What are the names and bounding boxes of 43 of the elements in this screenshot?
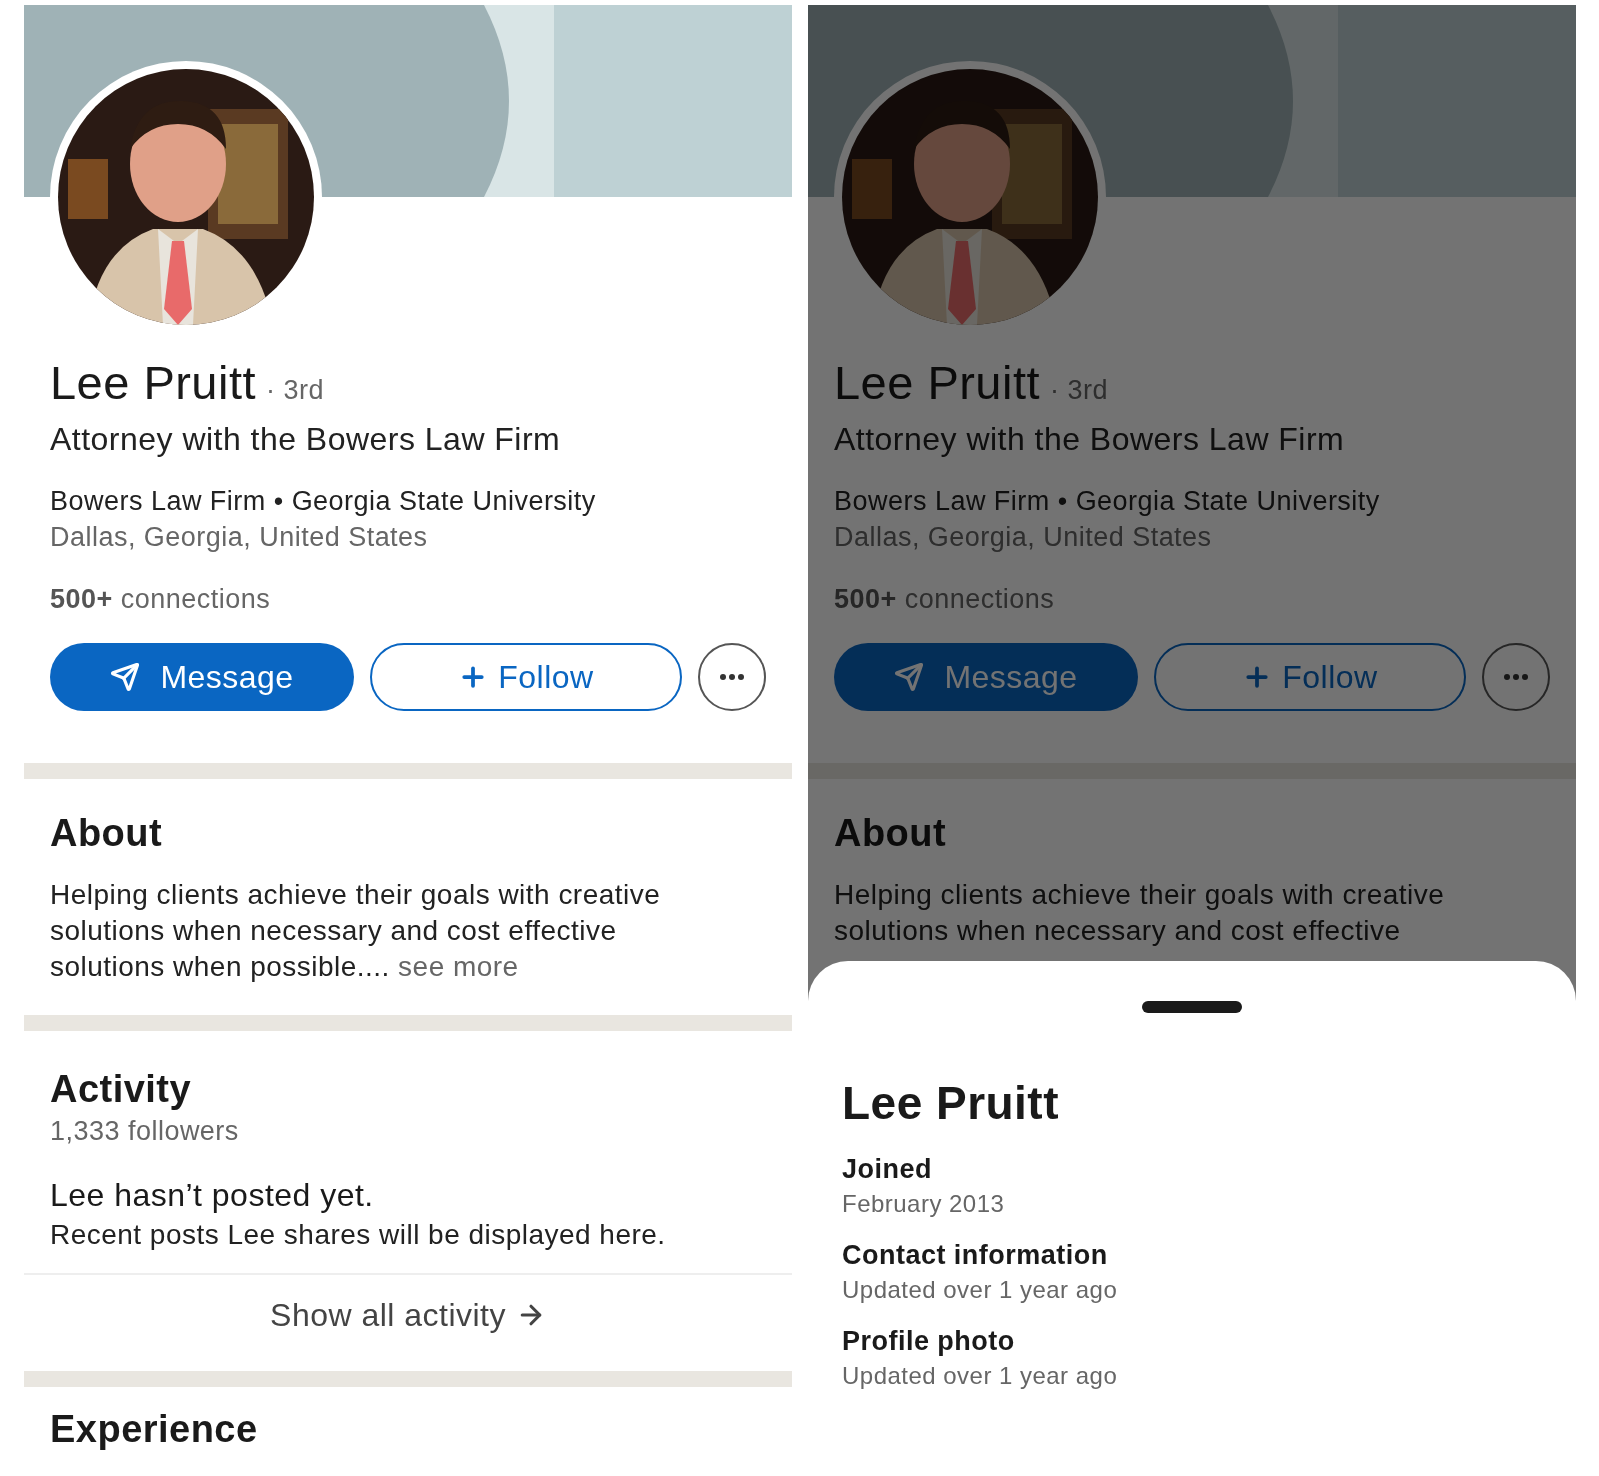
info-value: February 2013 [842,1189,1006,1219]
send-icon [894,662,925,692]
section-title: About [50,811,164,856]
send-icon [110,662,141,692]
info-label: Profile photo [842,1325,1016,1358]
location-text: Dallas, Georgia, United States [50,521,429,554]
follow-button[interactable]: Follow [1154,643,1466,711]
empty-activity-text: Recent posts Lee shares will be displayed here. [50,1218,667,1252]
message-button[interactable]: Message [834,643,1138,711]
follow-button[interactable]: Follow [370,643,682,711]
education-line: Bowers Law Firm • Georgia State University [834,485,1381,518]
location-text: Dallas, Georgia, United States [834,521,1213,554]
info-value: Updated over 1 year ago [842,1361,1119,1391]
profile-name: Lee Pruitt [834,355,1040,411]
more-icon [720,674,744,680]
empty-activity-title: Lee hasn’t posted yet. [50,1176,375,1215]
connection-degree: · 3rd [266,374,324,407]
connections-count: 500+ [50,583,113,616]
info-label: Joined [842,1153,933,1186]
connections-label: connections [120,583,271,616]
section-title: Experience [50,1407,259,1451]
info-value: Updated over 1 year ago [842,1275,1119,1305]
about-text: Helping clients achieve their goals with creative solutions when necessary and cost effective [834,878,1446,948]
more-icon [1504,674,1528,680]
sheet-title: Lee Pruitt [842,1076,1060,1131]
more-button[interactable] [1482,643,1550,711]
about-text: Helping clients achieve their goals with creative solutions when necessary and cost effective solutions when possible.... see more [50,878,662,984]
profile-name: Lee Pruitt [50,355,256,411]
section-title: Activity [50,1067,193,1112]
followers-count: 1,333 followers [50,1115,240,1148]
drag-handle[interactable] [1142,1001,1242,1013]
see-more-link[interactable]: see more [398,951,519,982]
more-button[interactable] [698,643,766,711]
education-line: Bowers Law Firm • Georgia State University [50,485,597,518]
info-label: Contact information [842,1239,1109,1272]
connections-label: connections [904,583,1055,616]
profile-headline: Attorney with the Bowers Law Firm [50,420,562,459]
section-title: About [834,811,948,856]
profile-headline: Attorney with the Bowers Law Firm [834,420,1346,459]
connection-degree: · 3rd [1050,374,1108,407]
show-all-activity-link[interactable]: Show all activity [270,1291,546,1339]
connections-count: 500+ [834,583,897,616]
message-button[interactable]: Message [50,643,354,711]
